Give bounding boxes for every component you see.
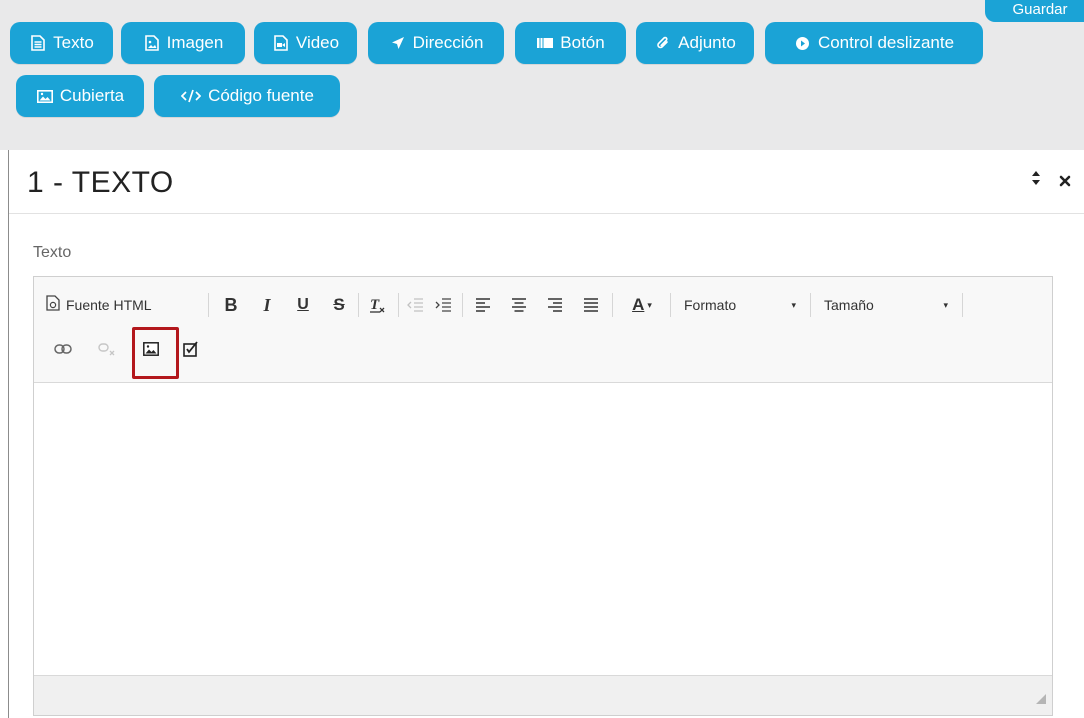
resize-handle-icon[interactable] bbox=[1036, 691, 1046, 709]
toolbar-separator bbox=[810, 293, 811, 317]
block-label: Dirección bbox=[412, 33, 484, 52]
indent-icon[interactable] bbox=[432, 293, 454, 317]
source-icon bbox=[46, 294, 60, 316]
block-label: Video bbox=[295, 33, 340, 52]
field-label: Texto bbox=[33, 244, 72, 261]
sort-icon[interactable] bbox=[1031, 170, 1041, 191]
location-arrow-icon bbox=[389, 34, 407, 52]
text-block-panel: 1 - TEXTO Texto Fuente HTML B I U S T A … bbox=[8, 150, 1084, 718]
toolbar-separator bbox=[208, 293, 209, 317]
button-bar-icon bbox=[536, 34, 554, 52]
align-justify-icon[interactable] bbox=[580, 293, 602, 317]
rich-text-editor: Fuente HTML B I U S T A ▾ Formato ▾ Tama… bbox=[33, 276, 1053, 716]
chevron-down-icon: ▾ bbox=[943, 299, 948, 310]
size-label: Tamaño bbox=[824, 297, 874, 313]
add-button-block-button[interactable]: Botón bbox=[515, 22, 626, 64]
close-icon[interactable] bbox=[1059, 174, 1071, 192]
block-label: Código fuente bbox=[208, 86, 314, 105]
block-label: Adjunto bbox=[678, 33, 736, 52]
block-label: Imagen bbox=[166, 33, 224, 52]
remove-format-icon[interactable]: T bbox=[366, 293, 388, 317]
bold-icon[interactable]: B bbox=[220, 293, 242, 317]
toolbar-separator bbox=[462, 293, 463, 317]
toolbar-separator bbox=[398, 293, 399, 317]
size-dropdown[interactable]: Tamaño ▾ bbox=[824, 293, 948, 317]
block-label: Botón bbox=[560, 33, 605, 52]
add-image-block-button[interactable]: Imagen bbox=[121, 22, 245, 64]
italic-icon[interactable]: I bbox=[256, 293, 278, 317]
block-label: Cubierta bbox=[59, 86, 125, 105]
editor-statusbar bbox=[34, 675, 1052, 715]
toolbar-separator bbox=[612, 293, 613, 317]
highlight-frame bbox=[132, 327, 179, 379]
panel-header: 1 - TEXTO bbox=[9, 150, 1084, 214]
picture-icon bbox=[36, 87, 54, 105]
format-label: Formato bbox=[684, 297, 737, 313]
link-icon[interactable] bbox=[52, 338, 74, 360]
text-color-button[interactable]: A ▾ bbox=[622, 293, 662, 317]
outdent-icon[interactable] bbox=[404, 293, 426, 317]
add-address-block-button[interactable]: Dirección bbox=[368, 22, 504, 64]
toolbar-separator bbox=[670, 293, 671, 317]
underline-icon[interactable]: U bbox=[292, 293, 314, 317]
add-source-code-block-button[interactable]: Código fuente bbox=[154, 75, 340, 117]
file-video-icon bbox=[272, 34, 290, 52]
block-label: Control deslizante bbox=[817, 33, 955, 52]
add-text-block-button[interactable]: Texto bbox=[10, 22, 113, 64]
save-label: Guardar bbox=[1012, 1, 1068, 18]
editor-toolbar: Fuente HTML B I U S T A ▾ Formato ▾ Tama… bbox=[34, 277, 1052, 383]
source-button[interactable]: Fuente HTML bbox=[46, 294, 152, 316]
add-slider-block-button[interactable]: Control deslizante bbox=[765, 22, 983, 64]
format-dropdown[interactable]: Formato ▾ bbox=[684, 293, 796, 317]
align-center-icon[interactable] bbox=[508, 293, 530, 317]
play-circle-icon bbox=[794, 34, 812, 52]
add-video-block-button[interactable]: Video bbox=[254, 22, 357, 64]
unlink-icon[interactable] bbox=[96, 338, 118, 360]
add-attachment-block-button[interactable]: Adjunto bbox=[636, 22, 754, 64]
block-label: Texto bbox=[53, 33, 94, 52]
strikethrough-icon[interactable]: S bbox=[328, 293, 350, 317]
svg-text:T: T bbox=[370, 297, 380, 313]
source-label: Fuente HTML bbox=[66, 297, 152, 313]
file-text-icon bbox=[29, 34, 47, 52]
chevron-down-icon: ▾ bbox=[647, 299, 652, 310]
align-right-icon[interactable] bbox=[544, 293, 566, 317]
text-color-icon: A bbox=[632, 295, 645, 314]
toolbar-separator bbox=[358, 293, 359, 317]
paperclip-icon bbox=[654, 34, 672, 52]
toolbar-separator bbox=[962, 293, 963, 317]
align-left-icon[interactable] bbox=[472, 293, 494, 317]
chevron-down-icon: ▾ bbox=[791, 299, 796, 310]
save-button[interactable]: Guardar bbox=[985, 0, 1084, 22]
editor-content-area[interactable] bbox=[34, 383, 1052, 675]
code-icon bbox=[180, 87, 202, 105]
file-image-icon bbox=[143, 34, 161, 52]
checkbox-icon[interactable] bbox=[180, 338, 202, 360]
add-cover-block-button[interactable]: Cubierta bbox=[16, 75, 144, 117]
block-toolbar: Guardar Texto Imagen Video Dirección Bot… bbox=[0, 0, 1084, 150]
panel-title: 1 - TEXTO bbox=[27, 166, 174, 199]
